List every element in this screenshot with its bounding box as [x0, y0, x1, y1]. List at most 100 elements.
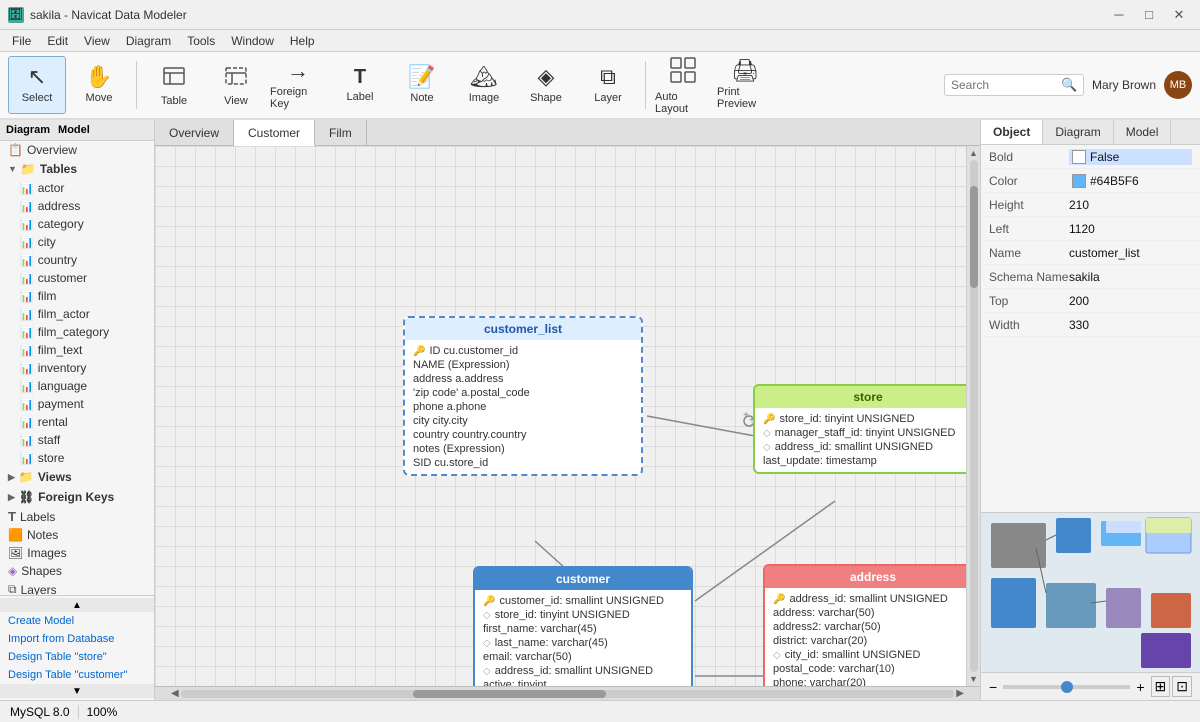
v-scroll-thumb[interactable]: [970, 186, 978, 288]
sidebar-section-foreign-keys[interactable]: ▶ ⛓ Foreign Keys: [0, 487, 154, 507]
tool-auto-layout[interactable]: Auto Layout: [654, 56, 712, 114]
prop-schema-name: Schema Name sakila: [981, 265, 1200, 289]
maximize-button[interactable]: □: [1136, 5, 1162, 25]
color-swatch[interactable]: [1072, 174, 1086, 188]
sidebar-item-overview[interactable]: 📋 Overview: [0, 141, 154, 159]
table-customer[interactable]: customer 🔑 customer_id: smallint UNSIGNE…: [473, 566, 693, 686]
design-table-store-link[interactable]: Design Table "store": [0, 648, 154, 666]
h-scroll-track[interactable]: [181, 690, 955, 698]
sidebar-item-address[interactable]: 📊 address: [0, 197, 154, 215]
menu-view[interactable]: View: [76, 32, 118, 50]
diamond-icon: ◇: [483, 638, 491, 649]
scroll-up-btn[interactable]: ▲: [0, 598, 154, 612]
label-icon: T: [354, 67, 366, 87]
layer-icon: ⧉: [600, 66, 616, 88]
import-from-database-link[interactable]: Import from Database: [0, 630, 154, 648]
tab-film[interactable]: Film: [315, 120, 367, 145]
sidebar-item-images[interactable]: 🖼 Images: [0, 544, 154, 562]
tool-select[interactable]: ↖ Select: [8, 56, 66, 114]
sidebar-item-country[interactable]: 📊 country: [0, 251, 154, 269]
payment-table-icon: 📊: [20, 398, 34, 411]
table-store[interactable]: store 🔑 store_id: tinyint UNSIGNED ◇ man…: [753, 384, 966, 474]
tab-overview[interactable]: Overview: [155, 120, 234, 145]
tool-foreign-key[interactable]: → Foreign Key: [269, 56, 327, 114]
tab-model[interactable]: Model: [1114, 120, 1172, 144]
sidebar-item-category[interactable]: 📊 category: [0, 215, 154, 233]
close-button[interactable]: ✕: [1166, 5, 1192, 25]
zoom-slider-thumb[interactable]: [1061, 681, 1073, 693]
tool-shape[interactable]: ◈ Shape: [517, 56, 575, 114]
menu-tools[interactable]: Tools: [179, 32, 223, 50]
canvas-content[interactable]: + + ⊢ ○ + + customer_list: [155, 146, 966, 686]
prop-color: Color #64B5F6: [981, 169, 1200, 193]
layout-btn-2[interactable]: ⊡: [1172, 676, 1192, 697]
menu-window[interactable]: Window: [223, 32, 282, 50]
menu-diagram[interactable]: Diagram: [118, 32, 179, 50]
table-row: SID cu.store_id: [413, 456, 633, 470]
v-scroll-track[interactable]: [970, 160, 978, 672]
scroll-down-arrow[interactable]: ▼: [969, 674, 978, 684]
search-box[interactable]: 🔍: [944, 74, 1084, 96]
scroll-up-arrow[interactable]: ▲: [969, 148, 978, 158]
sidebar-item-notes[interactable]: 🟧 Notes: [0, 526, 154, 544]
table-row: 🔑 store_id: tinyint UNSIGNED: [763, 412, 966, 426]
tool-print-preview[interactable]: 🖨 Print Preview: [716, 56, 774, 114]
tool-view[interactable]: View: [207, 56, 265, 114]
tool-layer[interactable]: ⧉ Layer: [579, 56, 637, 114]
tool-table[interactable]: Table: [145, 56, 203, 114]
tool-image[interactable]: 🏔 Image: [455, 56, 513, 114]
horizontal-scrollbar[interactable]: ◀ ▶: [155, 686, 980, 700]
tool-label[interactable]: T Label: [331, 56, 389, 114]
zoom-out-btn[interactable]: −: [989, 679, 997, 695]
sidebar-item-city[interactable]: 📊 city: [0, 233, 154, 251]
sidebar-item-customer[interactable]: 📊 customer: [0, 269, 154, 287]
tab-object[interactable]: Object: [981, 120, 1043, 144]
sidebar-item-film[interactable]: 📊 film: [0, 287, 154, 305]
scroll-left-arrow[interactable]: ◀: [169, 688, 181, 699]
bold-checkbox[interactable]: [1072, 150, 1086, 164]
sidebar-item-shapes[interactable]: ◈ Shapes: [0, 562, 154, 580]
sidebar-section-tables[interactable]: ▼ 📁 Tables: [0, 159, 154, 179]
sidebar-tab-model[interactable]: Model: [58, 124, 90, 136]
layout-btn-1[interactable]: ⊞: [1151, 676, 1171, 697]
sidebar-section-views[interactable]: ▶ 📁 Views: [0, 467, 154, 487]
sidebar-item-film-actor[interactable]: 📊 film_actor: [0, 305, 154, 323]
mini-canvas[interactable]: [981, 512, 1200, 672]
sidebar-item-staff[interactable]: 📊 staff: [0, 431, 154, 449]
sidebar-item-payment[interactable]: 📊 payment: [0, 395, 154, 413]
sidebar-item-film-text[interactable]: 📊 film_text: [0, 341, 154, 359]
sidebar-item-inventory[interactable]: 📊 inventory: [0, 359, 154, 377]
sidebar-item-store[interactable]: 📊 store: [0, 449, 154, 467]
menu-edit[interactable]: Edit: [39, 32, 76, 50]
vertical-scrollbar[interactable]: ▲ ▼: [966, 146, 980, 686]
store-table-icon: 📊: [20, 452, 34, 465]
zoom-level: 100%: [87, 705, 118, 719]
scroll-down-btn[interactable]: ▼: [0, 684, 154, 698]
table-customer-list[interactable]: customer_list 🔑 ID cu.customer_id NAME (…: [403, 316, 643, 476]
sidebar-item-language[interactable]: 📊 language: [0, 377, 154, 395]
zoom-in-btn[interactable]: +: [1136, 679, 1144, 695]
tool-note[interactable]: 📝 Note: [393, 56, 451, 114]
menu-help[interactable]: Help: [282, 32, 323, 50]
tab-diagram[interactable]: Diagram: [1043, 120, 1113, 144]
scroll-right-arrow[interactable]: ▶: [954, 688, 966, 699]
sidebar-item-film-category[interactable]: 📊 film_category: [0, 323, 154, 341]
h-scroll-thumb[interactable]: [413, 690, 606, 698]
window-title: sakila - Navicat Data Modeler: [30, 8, 1106, 22]
tab-customer[interactable]: Customer: [234, 120, 315, 146]
menu-file[interactable]: File: [4, 32, 39, 50]
avatar: MB: [1164, 71, 1192, 99]
table-address[interactable]: address 🔑 address_id: smallint UNSIGNED …: [763, 564, 966, 686]
design-table-customer-link[interactable]: Design Table "customer": [0, 666, 154, 684]
minimize-button[interactable]: ─: [1106, 5, 1132, 25]
sidebar-item-labels[interactable]: T Labels: [0, 507, 154, 526]
sidebar-item-rental[interactable]: 📊 rental: [0, 413, 154, 431]
sidebar-item-layers[interactable]: ⧉ Layers: [0, 580, 154, 595]
sidebar-item-actor[interactable]: 📊 actor: [0, 179, 154, 197]
table-row: 🔑 customer_id: smallint UNSIGNED: [483, 594, 683, 608]
canvas-tabs: Overview Customer Film: [155, 120, 980, 146]
search-input[interactable]: [951, 78, 1061, 92]
tool-move[interactable]: ✋ Move: [70, 56, 128, 114]
create-model-link[interactable]: Create Model: [0, 612, 154, 630]
sidebar-tab-diagram[interactable]: Diagram: [6, 124, 50, 136]
